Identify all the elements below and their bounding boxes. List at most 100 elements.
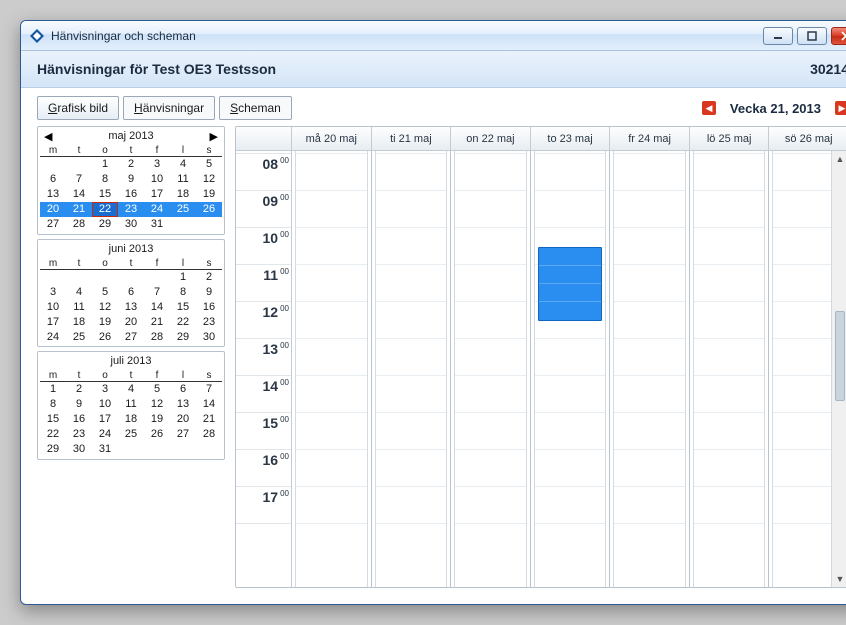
calendar-day[interactable]: 14 <box>196 397 222 412</box>
calendar-day[interactable]: 29 <box>170 329 196 344</box>
calendar-day[interactable]: 18 <box>170 187 196 202</box>
calendar-day[interactable]: 11 <box>66 299 92 314</box>
day-column[interactable] <box>531 151 611 587</box>
calendar-day[interactable]: 2 <box>196 269 222 284</box>
calendar-day[interactable]: 6 <box>40 172 66 187</box>
calendar-day[interactable]: 19 <box>92 314 118 329</box>
calendar-day[interactable]: 23 <box>118 202 144 217</box>
calendar-day[interactable]: 26 <box>196 202 222 217</box>
calendar-day[interactable]: 24 <box>92 427 118 442</box>
calendar-day[interactable]: 29 <box>92 217 118 232</box>
day-header[interactable]: fr 24 maj <box>610 127 690 150</box>
close-button[interactable] <box>831 27 846 45</box>
calendar-day[interactable]: 19 <box>144 412 170 427</box>
vertical-scrollbar[interactable]: ▲ ▼ <box>831 151 846 587</box>
calendar-day[interactable]: 10 <box>92 397 118 412</box>
calendar-day[interactable]: 27 <box>118 329 144 344</box>
calendar-day[interactable]: 16 <box>118 187 144 202</box>
calendar-day[interactable]: 11 <box>170 172 196 187</box>
calendar-day[interactable]: 12 <box>144 397 170 412</box>
calendar-day[interactable]: 14 <box>144 299 170 314</box>
tab-scheman[interactable]: Scheman <box>219 96 292 120</box>
calendar-day[interactable]: 24 <box>144 202 170 217</box>
calendar-day[interactable]: 4 <box>118 382 144 397</box>
day-header[interactable]: lö 25 maj <box>690 127 770 150</box>
calendar-day[interactable]: 13 <box>118 299 144 314</box>
calendar-event[interactable] <box>538 247 603 321</box>
calendar-day[interactable]: 23 <box>66 427 92 442</box>
calendar-day[interactable]: 4 <box>66 284 92 299</box>
maximize-button[interactable] <box>797 27 827 45</box>
calendar-day[interactable]: 7 <box>66 172 92 187</box>
day-header[interactable]: må 20 maj <box>292 127 372 150</box>
calendar-day[interactable]: 30 <box>118 217 144 232</box>
calendar-day[interactable]: 25 <box>66 329 92 344</box>
calendar-day[interactable]: 16 <box>66 412 92 427</box>
calendar-day[interactable]: 13 <box>40 187 66 202</box>
calendar-day[interactable]: 9 <box>66 397 92 412</box>
calendar-day[interactable]: 20 <box>118 314 144 329</box>
calendar-day[interactable]: 7 <box>144 284 170 299</box>
calendar-day[interactable]: 16 <box>196 299 222 314</box>
calendar-day[interactable]: 31 <box>144 217 170 232</box>
titlebar[interactable]: Hänvisningar och scheman <box>21 21 846 51</box>
calendar-day[interactable]: 21 <box>66 202 92 217</box>
calendar-day[interactable]: 5 <box>92 284 118 299</box>
calendar-day[interactable]: 21 <box>196 412 222 427</box>
tab-hänvisningar[interactable]: Hänvisningar <box>123 96 215 120</box>
calendar-day[interactable]: 2 <box>66 382 92 397</box>
day-header[interactable]: on 22 maj <box>451 127 531 150</box>
prev-month-button[interactable]: ◀ <box>44 130 52 143</box>
calendar-day[interactable]: 4 <box>170 157 196 172</box>
calendar-day[interactable]: 26 <box>92 329 118 344</box>
calendar-day[interactable]: 25 <box>170 202 196 217</box>
calendar-day[interactable]: 22 <box>170 314 196 329</box>
calendar-day[interactable]: 8 <box>170 284 196 299</box>
calendar-day[interactable]: 12 <box>92 299 118 314</box>
calendar-day[interactable]: 8 <box>40 397 66 412</box>
calendar-day[interactable]: 19 <box>196 187 222 202</box>
calendar-day[interactable]: 30 <box>196 329 222 344</box>
calendar-day[interactable]: 11 <box>118 397 144 412</box>
day-column[interactable] <box>690 151 770 587</box>
prev-week-button[interactable]: ◀ <box>702 101 716 115</box>
calendar-day[interactable]: 28 <box>144 329 170 344</box>
calendar-day[interactable]: 1 <box>92 157 118 172</box>
calendar-day[interactable]: 9 <box>118 172 144 187</box>
calendar-day[interactable]: 9 <box>196 284 222 299</box>
calendar-day[interactable]: 21 <box>144 314 170 329</box>
next-month-button[interactable]: ▶ <box>210 130 218 143</box>
calendar-day[interactable]: 15 <box>170 299 196 314</box>
calendar-day[interactable]: 5 <box>196 157 222 172</box>
day-column[interactable] <box>451 151 531 587</box>
calendar-day[interactable]: 17 <box>144 187 170 202</box>
calendar-day[interactable]: 30 <box>66 442 92 457</box>
day-header[interactable]: to 23 maj <box>531 127 611 150</box>
calendar-day[interactable]: 18 <box>66 314 92 329</box>
calendar-day[interactable]: 27 <box>40 217 66 232</box>
calendar-day[interactable]: 28 <box>66 217 92 232</box>
calendar-day[interactable]: 22 <box>40 427 66 442</box>
day-column[interactable] <box>292 151 372 587</box>
calendar-day[interactable]: 24 <box>40 329 66 344</box>
calendar-day[interactable]: 27 <box>170 427 196 442</box>
calendar-day[interactable]: 3 <box>144 157 170 172</box>
days-body[interactable] <box>292 151 846 587</box>
calendar-day[interactable]: 18 <box>118 412 144 427</box>
calendar-day[interactable]: 13 <box>170 397 196 412</box>
calendar-day[interactable]: 1 <box>170 269 196 284</box>
tab-grafisk-bild[interactable]: Grafisk bild <box>37 96 119 120</box>
calendar-day[interactable]: 15 <box>92 187 118 202</box>
next-week-button[interactable]: ▶ <box>835 101 846 115</box>
calendar-day[interactable]: 20 <box>170 412 196 427</box>
scroll-up-button[interactable]: ▲ <box>832 151 846 167</box>
calendar-day[interactable]: 12 <box>196 172 222 187</box>
calendar-day[interactable]: 26 <box>144 427 170 442</box>
calendar-day[interactable]: 6 <box>118 284 144 299</box>
calendar-day[interactable]: 8 <box>92 172 118 187</box>
day-header[interactable]: ti 21 maj <box>372 127 452 150</box>
calendar-day[interactable]: 6 <box>170 382 196 397</box>
calendar-day[interactable]: 1 <box>40 382 66 397</box>
day-header[interactable]: sö 26 maj <box>769 127 846 150</box>
day-column[interactable] <box>372 151 452 587</box>
